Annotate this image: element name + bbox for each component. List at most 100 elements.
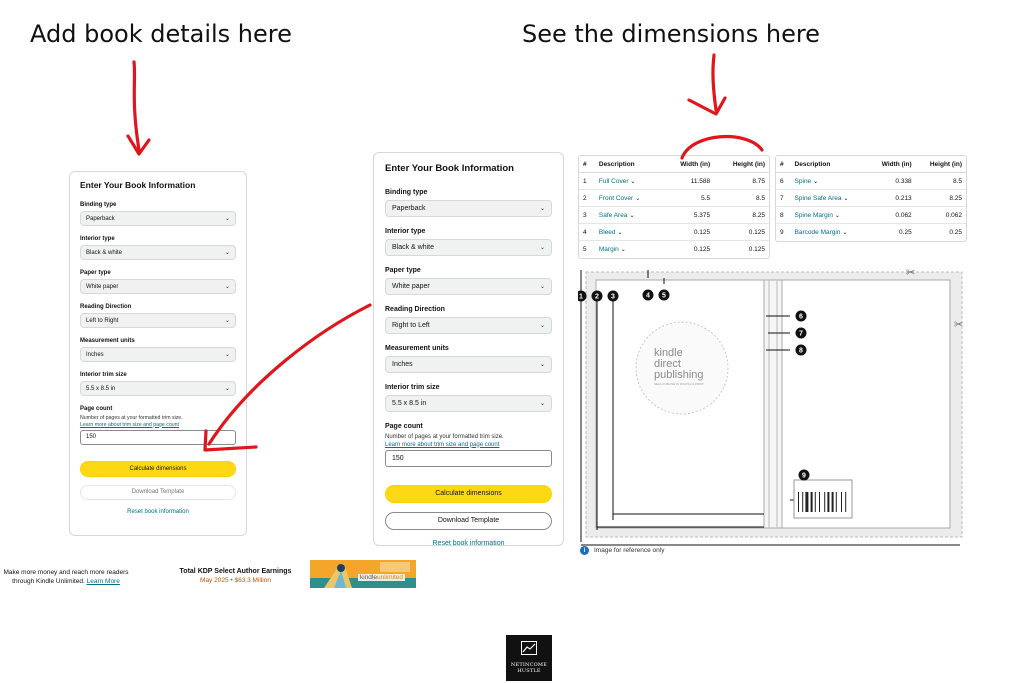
interior-type-label: Interior type: [80, 236, 115, 242]
reset-book-info-link[interactable]: Reset book information: [80, 509, 236, 515]
table-row: 7 Spine Safe Area ⌄ 0.213 8.25: [776, 190, 966, 207]
reading-direction-value: Right to Left: [392, 322, 430, 329]
measurement-units-label: Measurement units: [385, 345, 449, 352]
binding-type-label: Binding type: [80, 202, 117, 208]
marker-label: 4: [646, 293, 650, 300]
chevron-down-icon: ⌄: [813, 178, 819, 185]
col-description: Description: [594, 156, 663, 173]
row-description: Spine Safe Area: [794, 194, 842, 202]
chevron-down-icon: ⌄: [630, 178, 636, 185]
chevron-down-icon: ⌄: [224, 318, 230, 324]
banner-promo-text: Make more money and reach more readers t…: [0, 569, 132, 587]
row-description-toggle[interactable]: Spine Margin ⌄: [790, 207, 869, 224]
interior-type-label: Interior type: [385, 228, 426, 235]
chevron-down-icon: ⌄: [629, 212, 635, 219]
book-info-form-right: Enter Your Book Information Binding type…: [373, 152, 564, 547]
spine-panel: [763, 279, 783, 529]
barcode-bar: [810, 492, 813, 512]
page-count-input[interactable]: 150: [385, 449, 552, 467]
row-description-toggle[interactable]: Safe Area ⌄: [594, 207, 663, 224]
caption-add-book-details: Add book details here: [30, 20, 292, 48]
marker-label: 6: [799, 314, 803, 321]
table-row: 8 Spine Margin ⌄ 0.062 0.062: [776, 207, 966, 224]
row-number: 7: [776, 190, 791, 207]
reading-direction-select[interactable]: Left to Right ⌄: [80, 313, 236, 328]
barcode-bar: [824, 492, 826, 512]
chevron-down-icon: ⌄: [539, 362, 545, 368]
form-heading: Enter Your Book Information: [385, 163, 514, 174]
row-description-toggle[interactable]: Barcode Margin ⌄: [791, 224, 869, 241]
row-description-toggle[interactable]: Bleed ⌄: [594, 224, 663, 241]
download-template-button[interactable]: Download Template: [80, 484, 236, 500]
row-description-toggle[interactable]: Spine ⌄: [790, 173, 869, 190]
page-count-label: Page count: [80, 406, 113, 412]
paper-type-label: Paper type: [80, 270, 111, 276]
form-heading: Enter Your Book Information: [80, 180, 196, 190]
interior-type-select[interactable]: Black & white ⌄: [385, 239, 552, 256]
barcode-bar: [798, 492, 799, 512]
trim-size-help-link[interactable]: Learn more about trim size and page coun…: [385, 442, 552, 448]
chevron-down-icon: ⌄: [539, 284, 545, 290]
row-width: 0.213: [868, 190, 916, 207]
chevron-down-icon: ⌄: [843, 195, 849, 202]
kindle-unlimited-logo: kindleunlimited: [358, 574, 405, 581]
reading-direction-select[interactable]: Right to Left ⌄: [385, 317, 552, 334]
col-num: #: [579, 156, 595, 173]
col-num: #: [776, 156, 791, 173]
measurement-units-value: Inches: [86, 351, 104, 358]
barcode-bar: [805, 492, 809, 512]
table-row: 1 Full Cover ⌄ 11.588 8.75: [579, 173, 769, 190]
paper-type-select[interactable]: White paper ⌄: [385, 278, 552, 295]
row-description: Spine: [794, 177, 812, 185]
annotation-arrowhead-right: [687, 96, 727, 116]
barcode-bar: [819, 492, 820, 512]
col-height: Height (in): [714, 156, 769, 173]
trim-size-select[interactable]: 5.5 x 8.5 in ⌄: [385, 395, 552, 412]
barcode-area: [793, 479, 853, 519]
page-count-input[interactable]: 150: [80, 429, 236, 445]
calculate-dimensions-button[interactable]: Calculate dimensions: [80, 460, 236, 477]
trim-size-select[interactable]: 5.5 x 8.5 in ⌄: [80, 381, 236, 396]
measurement-units-select[interactable]: Inches ⌄: [385, 356, 552, 373]
reset-book-info-link[interactable]: Reset book information: [385, 540, 552, 547]
row-description: Bleed: [598, 228, 616, 236]
row-width: 5.375: [662, 207, 715, 224]
dimensions-table-spine: # Description Width (in) Height (in) 6 Sp…: [775, 155, 967, 242]
marker-label: 2: [595, 294, 599, 301]
measurement-units-select[interactable]: Inches ⌄: [80, 347, 236, 362]
chevron-down-icon: ⌄: [224, 250, 230, 256]
binding-type-select[interactable]: Paperback ⌄: [385, 200, 552, 217]
table-row: 9 Barcode Margin ⌄ 0.25 0.25: [776, 224, 966, 241]
trim-size-help-link[interactable]: Learn more about trim size and page coun…: [80, 422, 236, 428]
binding-type-select[interactable]: Paperback ⌄: [80, 211, 236, 226]
paper-type-label: Paper type: [385, 267, 421, 274]
row-width: 0.125: [693, 246, 711, 253]
reference-note: i Image for reference only: [580, 546, 664, 555]
interior-type-select[interactable]: Black & white ⌄: [80, 245, 236, 260]
banner-learn-more-link[interactable]: Learn More: [87, 578, 120, 585]
reading-direction-label: Reading Direction: [385, 306, 445, 313]
row-description-toggle[interactable]: Spine Safe Area ⌄: [790, 190, 869, 207]
row-height: 0.25: [949, 229, 962, 236]
interior-type-value: Black & white: [86, 249, 123, 256]
paper-type-select[interactable]: White paper ⌄: [80, 279, 236, 294]
download-template-button[interactable]: Download Template: [385, 511, 552, 530]
binding-type-value: Paperback: [392, 205, 426, 212]
kdp-select-banner: Make more money and reach more readers t…: [0, 558, 416, 588]
row-description-toggle[interactable]: Full Cover ⌄: [594, 173, 663, 190]
marker-label: 5: [662, 293, 666, 300]
chevron-down-icon: ⌄: [539, 401, 545, 407]
calculate-dimensions-button[interactable]: Calculate dimensions: [385, 484, 552, 503]
row-number: 8: [776, 207, 791, 224]
kdp-logo-tagline: SELF-PUBLISH IN DIGITAL & PRINT: [654, 382, 704, 386]
paper-type-value: White paper: [392, 283, 430, 290]
page-count-label: Page count: [385, 423, 423, 430]
marker-label: 9: [802, 473, 806, 480]
row-height: 0.062: [915, 207, 966, 224]
row-description-toggle[interactable]: Margin ⌄: [595, 241, 662, 258]
chevron-down-icon: ⌄: [539, 245, 545, 251]
row-description-toggle[interactable]: Front Cover ⌄: [594, 190, 663, 207]
chevron-down-icon: ⌄: [539, 323, 545, 329]
annotation-arrowhead-left: [126, 134, 151, 156]
chevron-down-icon: ⌄: [224, 352, 230, 358]
